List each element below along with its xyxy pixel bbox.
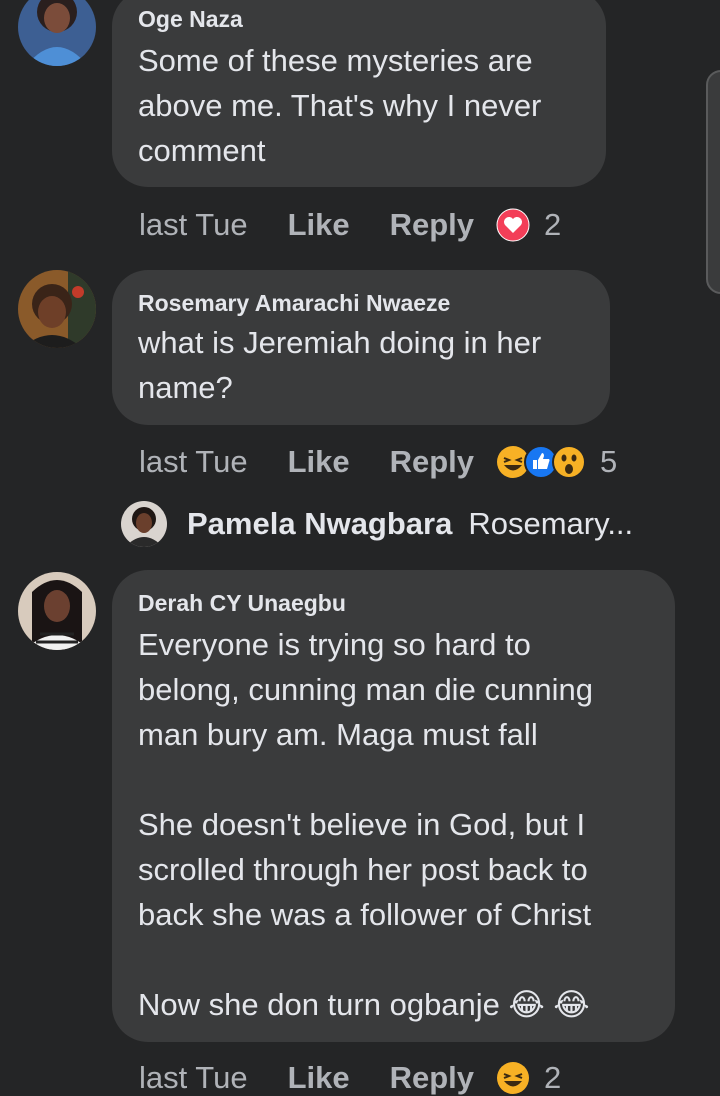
comment-bubble: Oge Naza Some of these mysteries are abo… xyxy=(112,0,606,187)
like-button[interactable]: Like xyxy=(288,444,350,480)
haha-icon[interactable] xyxy=(496,1061,530,1095)
reply-button[interactable]: Reply xyxy=(390,444,474,480)
avatar[interactable] xyxy=(18,270,96,348)
reaction-count[interactable]: 2 xyxy=(544,1060,561,1096)
comment-bubble: Rosemary Amarachi Nwaeze what is Jeremia… xyxy=(112,270,610,425)
comment-time[interactable]: last Tue xyxy=(139,444,248,480)
comment-actions: last Tue Like Reply 2 xyxy=(139,203,561,247)
reply-button[interactable]: Reply xyxy=(390,207,474,243)
reaction-summary[interactable] xyxy=(496,445,587,479)
avatar[interactable] xyxy=(18,572,96,650)
reaction-count[interactable]: 2 xyxy=(544,207,561,243)
like-button[interactable]: Like xyxy=(288,207,350,243)
comment-time[interactable]: last Tue xyxy=(139,207,248,243)
avatar xyxy=(121,501,167,547)
wow-icon xyxy=(552,445,587,479)
comment-author[interactable]: Oge Naza xyxy=(138,4,580,34)
reply-button[interactable]: Reply xyxy=(390,1060,474,1096)
reaction-count[interactable]: 5 xyxy=(600,444,617,480)
comment-author[interactable]: Rosemary Amarachi Nwaeze xyxy=(138,288,584,318)
like-button[interactable]: Like xyxy=(288,1060,350,1096)
scrollbar[interactable] xyxy=(706,70,720,294)
comment-time[interactable]: last Tue xyxy=(139,1060,248,1096)
comment-text: Everyone is trying so hard to belong, cu… xyxy=(138,627,594,1022)
comment-text: Some of these mysteries are above me. Th… xyxy=(138,43,542,168)
comment-actions: last Tue Like Reply 5 xyxy=(139,440,617,484)
love-icon[interactable] xyxy=(496,208,530,242)
avatar[interactable] xyxy=(18,0,96,66)
reply-author[interactable]: Pamela Nwagbara xyxy=(187,506,452,542)
comment-author[interactable]: Derah CY Unaegbu xyxy=(138,588,649,618)
comment-text: what is Jeremiah doing in her name? xyxy=(138,325,542,405)
comment-bubble: Derah CY Unaegbu Everyone is trying so h… xyxy=(112,570,675,1042)
comment-actions: last Tue Like Reply 2 xyxy=(139,1056,561,1096)
reply-preview[interactable]: Pamela Nwagbara Rosemary... xyxy=(121,500,633,548)
reply-snippet: Rosemary... xyxy=(468,506,634,541)
comments-thread: Oge Naza Some of these mysteries are abo… xyxy=(0,0,720,1096)
